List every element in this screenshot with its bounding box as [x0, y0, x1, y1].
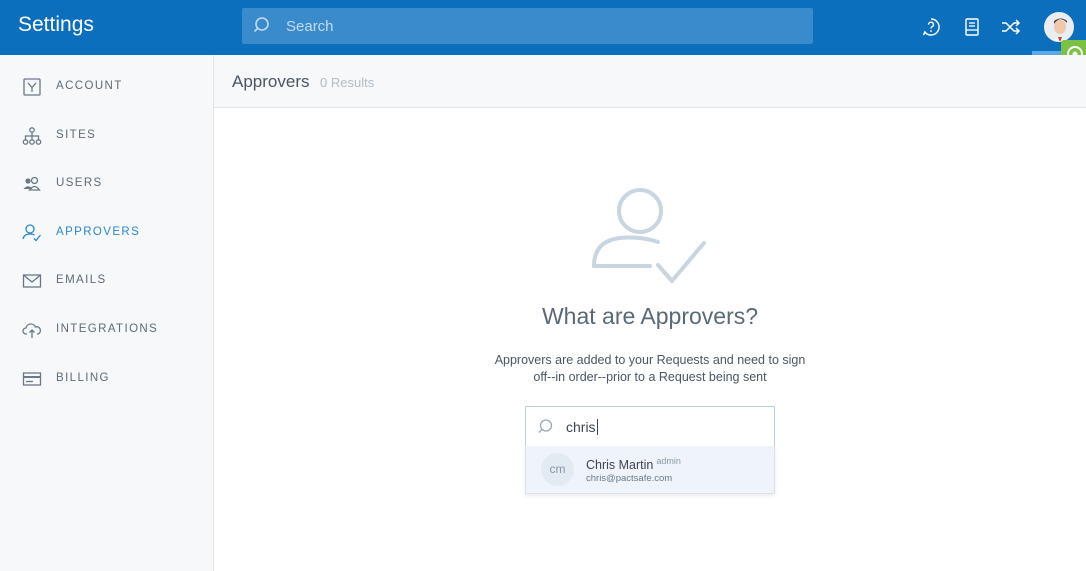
text-cursor	[596, 419, 598, 435]
user-avatar[interactable]	[1044, 12, 1074, 42]
sidebar-item-emails[interactable]: EMAILS	[0, 261, 213, 301]
users-icon	[23, 176, 41, 191]
sidebar-item-sites[interactable]: SITES	[0, 116, 213, 156]
avatar-initials: cm	[541, 453, 574, 486]
search-icon	[538, 419, 553, 433]
credit-card-icon	[22, 372, 42, 386]
sidebar-item-approvers[interactable]: APPROVERS	[0, 213, 213, 253]
suggestion-item[interactable]: cm Chris Martin admin chris@pactsafe.com	[525, 446, 775, 494]
sidebar-item-label: EMAILS	[56, 274, 107, 286]
document-icon[interactable]	[962, 17, 982, 37]
sidebar-item-label: ACCOUNT	[56, 80, 123, 92]
account-icon	[23, 78, 41, 96]
sidebar-item-billing[interactable]: BILLING	[0, 359, 213, 399]
app-title: Settings	[18, 13, 94, 36]
sidebar-item-label: USERS	[56, 177, 103, 189]
page-title: Approvers	[232, 72, 310, 91]
approver-search-field[interactable]: chris	[525, 406, 775, 447]
help-icon[interactable]	[921, 17, 941, 37]
suggestion-name: Chris Martin	[586, 458, 654, 472]
sidebar-item-users[interactable]: USERS	[0, 164, 213, 204]
sidebar-item-account[interactable]: ACCOUNT	[0, 67, 213, 107]
sidebar-item-label: INTEGRATIONS	[56, 323, 159, 335]
approver-check-icon	[592, 188, 706, 283]
suggestion-email: chris@pactsafe.com	[586, 473, 673, 484]
empty-state-description: Approvers are added to your Requests and…	[494, 353, 806, 384]
sites-icon	[22, 127, 42, 145]
sidebar-item-label: APPROVERS	[56, 226, 141, 238]
cloud-icon	[22, 323, 42, 338]
sidebar-item-integrations[interactable]: INTEGRATIONS	[0, 310, 213, 350]
sidebar-item-label: SITES	[56, 129, 97, 141]
global-search[interactable]	[242, 8, 813, 44]
suggestion-role: admin	[656, 456, 681, 466]
result-count: 0 Results	[320, 75, 375, 90]
mail-icon	[22, 274, 42, 288]
approvers-icon	[22, 224, 42, 242]
approver-search-value[interactable]: chris	[566, 419, 596, 435]
top-bar: Settings	[0, 0, 1086, 55]
global-search-input[interactable]	[286, 8, 786, 44]
settings-sidebar: ACCOUNT SITES USERS APPROVERS EMAILS INT…	[0, 55, 214, 571]
page-header: Approvers 0 Results	[214, 55, 1086, 108]
shuffle-icon[interactable]	[1001, 17, 1021, 37]
search-icon	[254, 17, 269, 33]
empty-state-title: What are Approvers?	[541, 303, 759, 329]
sidebar-item-label: BILLING	[56, 372, 110, 384]
